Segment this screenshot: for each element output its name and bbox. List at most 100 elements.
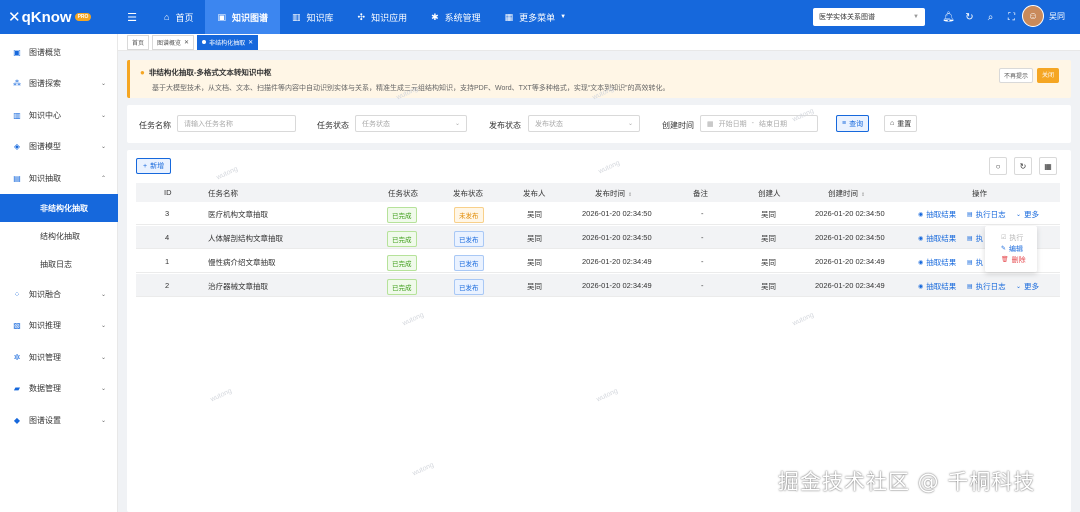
banner-description: 基于大模型技术，从文档、文本、扫描件等内容中自动识别实体与关系，精准生成三元组结…: [152, 85, 670, 92]
sidebar-item-knowledge-center[interactable]: ▥ 知识中心 ⌄: [0, 101, 118, 129]
sidebar-item-graph-overview[interactable]: ▣ 图谱概览: [0, 38, 118, 66]
sidebar-item-knowledge-management[interactable]: ✲ 知识管理 ⌄: [0, 343, 118, 371]
banner-actions: 不再提示 关闭: [998, 68, 1059, 83]
task-name-input[interactable]: 请输入任务名称: [177, 115, 296, 132]
task-name-label: 任务名称: [139, 121, 171, 130]
add-button[interactable]: + 新增: [136, 158, 172, 174]
view-result-link[interactable]: ◉ 抽取结果: [918, 233, 956, 244]
task-status-select[interactable]: 任务状态 ⌄: [355, 115, 467, 132]
col-created-time[interactable]: 创建时间 ⇕: [828, 188, 865, 199]
nav-knowledge-base[interactable]: ▥ 知识库: [280, 0, 346, 34]
tab-home[interactable]: 首页: [127, 34, 150, 50]
app-logo[interactable]: ✕ qKnow PRO: [0, 8, 118, 26]
view-result-link[interactable]: ◉ 抽取结果: [918, 209, 956, 220]
cell-publisher: 吴同: [527, 234, 542, 243]
nav-knowledge-apps[interactable]: ✣ 知识应用: [346, 0, 420, 34]
cell-created-time: 2026-01-20 02:34:50: [815, 233, 885, 242]
view-result-link[interactable]: ◉ 抽取结果: [918, 281, 956, 292]
nav-system-admin[interactable]: ✱ 系统管理: [419, 0, 493, 34]
sidebar-item-graph-model[interactable]: ◈ 图谱模型 ⌄: [0, 132, 118, 160]
nav-knowledge-graph[interactable]: ▣ 知识图谱: [205, 0, 280, 34]
chevron-down-icon: ▼: [560, 14, 567, 20]
reasoning-icon: ▧: [13, 320, 21, 330]
refresh-button[interactable]: ↻: [1014, 157, 1032, 175]
sidebar-item-knowledge-extraction[interactable]: ▤ 知识抽取 ⌃: [0, 164, 118, 192]
table-row: 4 人体解剖结构文章抽取 已完成 已发布 吴同 2026-01-20 02:34…: [136, 226, 1060, 249]
publish-status-badge: 未发布: [454, 207, 484, 223]
more-actions-dropdown: ☑ 执行 ✎ 编辑 🗑︎ 删除: [985, 226, 1037, 272]
logo-badge: PRO: [74, 13, 92, 21]
fusion-icon: ⁘: [13, 289, 21, 299]
graph-icon: ▣: [217, 11, 226, 22]
publish-status-badge: 已发布: [454, 231, 484, 247]
publish-status-select[interactable]: 发布状态 ⌄: [528, 115, 640, 132]
management-icon: ✲: [13, 352, 21, 362]
search-toggle-button[interactable]: ○: [989, 157, 1007, 175]
nav-more-menu[interactable]: ▦ 更多菜单 ▼: [493, 0, 578, 34]
search-icon[interactable]: ⌕: [980, 12, 1001, 23]
reset-icon: ⌂: [890, 120, 895, 127]
execution-log-link[interactable]: ▤ 执: [967, 257, 983, 268]
sidebar-subitem-structured-extraction[interactable]: 结构化抽取: [0, 222, 118, 250]
sidebar-item-knowledge-fusion[interactable]: ⁘ 知识融合 ⌄: [0, 280, 118, 308]
view-result-link[interactable]: ◉ 抽取结果: [918, 257, 956, 268]
sidebar-item-label: 数据管理: [29, 383, 61, 393]
chevron-down-icon: ⌄: [100, 143, 106, 150]
column-settings-button[interactable]: ▦: [1039, 157, 1057, 175]
close-icon[interactable]: ✕: [248, 39, 253, 46]
graph-selector[interactable]: 医学实体关系图谱 ▼: [813, 8, 925, 26]
menu-fold-icon[interactable]: ☰: [118, 11, 146, 24]
execution-log-link[interactable]: ▤ 执行日志: [967, 209, 1006, 220]
user-menu[interactable]: ☺ 吴同: [1022, 5, 1065, 27]
table-row: 1 慢性病介绍文章抽取 已完成 已发布 吴同 2026-01-20 02:34:…: [136, 250, 1060, 273]
chevron-down-icon: ⌄: [100, 354, 106, 361]
user-name: 吴同: [1049, 11, 1065, 21]
avatar[interactable]: ☺: [1022, 5, 1044, 27]
grid-icon: ▦: [504, 11, 514, 22]
tab-graph-overview[interactable]: 图谱概览 ✕: [152, 34, 195, 50]
refresh-icon[interactable]: ↻: [959, 12, 980, 23]
execution-log-link[interactable]: ▤ 执行日志: [967, 281, 1006, 292]
sidebar-subitem-unstructured-extraction[interactable]: 非结构化抽取: [0, 194, 118, 222]
execution-log-label: 执: [975, 258, 984, 267]
bell-icon[interactable]: 🔔︎: [938, 12, 959, 23]
execute-icon: ☑: [1001, 235, 1007, 241]
close-icon[interactable]: ✕: [184, 39, 189, 46]
cell-publisher: 吴同: [527, 210, 542, 219]
tab-unstructured-extraction[interactable]: 非结构化抽取 ✕: [197, 34, 259, 50]
query-button[interactable]: ≡ 查询: [836, 115, 870, 132]
dont-show-again-button[interactable]: 不再提示: [998, 68, 1033, 83]
cell-task-name: 人体解剖结构文章抽取: [208, 234, 283, 243]
chevron-down-icon: ⌄: [100, 385, 106, 392]
fullscreen-icon[interactable]: ⛶: [1001, 12, 1022, 23]
cell-publish-time: 2026-01-20 02:34:50: [582, 233, 652, 242]
view-result-label: 抽取结果: [926, 282, 957, 291]
task-status-badge: 已完成: [387, 207, 417, 223]
col-publish-time[interactable]: 发布时间 ⇕: [595, 188, 632, 199]
sidebar-item-graph-settings[interactable]: ◆ 图谱设置 ⌄: [0, 406, 118, 434]
more-actions-link[interactable]: ⌄ 更多: [1016, 281, 1039, 292]
sidebar-item-graph-explore[interactable]: ⁂ 图谱探索 ⌄: [0, 69, 118, 97]
more-actions-link[interactable]: ⌄ 更多: [1016, 209, 1039, 220]
edit-menu-item[interactable]: ✎ 编辑: [1001, 243, 1037, 254]
sidebar-item-label: 知识抽取: [29, 173, 61, 183]
delete-menu-item[interactable]: 🗑︎ 删除: [1001, 254, 1037, 265]
active-dot: [202, 40, 207, 44]
apps-icon: ✣: [357, 11, 366, 22]
col-actions: 操作: [972, 189, 987, 198]
sidebar-subitem-extraction-log[interactable]: 抽取日志: [0, 250, 118, 278]
reset-button[interactable]: ⌂ 重置: [884, 115, 918, 132]
execute-menu-item[interactable]: ☑ 执行: [1001, 232, 1037, 243]
nav-home[interactable]: ⌂ 首页: [152, 0, 205, 34]
sidebar-item-knowledge-reasoning[interactable]: ▧ 知识推理 ⌄: [0, 311, 118, 339]
folder-icon: ▰: [13, 383, 21, 393]
task-status-badge: 已完成: [387, 255, 417, 271]
cell-creator: 吴同: [761, 258, 776, 267]
nav-more-menu-label: 更多菜单: [519, 12, 556, 23]
date-range-picker[interactable]: ▦ 开始日期 - 结束日期: [700, 115, 818, 132]
banner-close-button[interactable]: 关闭: [1036, 68, 1059, 83]
sidebar-item-data-management[interactable]: ▰ 数据管理 ⌄: [0, 374, 118, 402]
execution-log-link[interactable]: ▤ 执: [967, 233, 983, 244]
edit-icon: ✎: [1001, 246, 1007, 252]
search-icon: ○: [995, 161, 1001, 171]
